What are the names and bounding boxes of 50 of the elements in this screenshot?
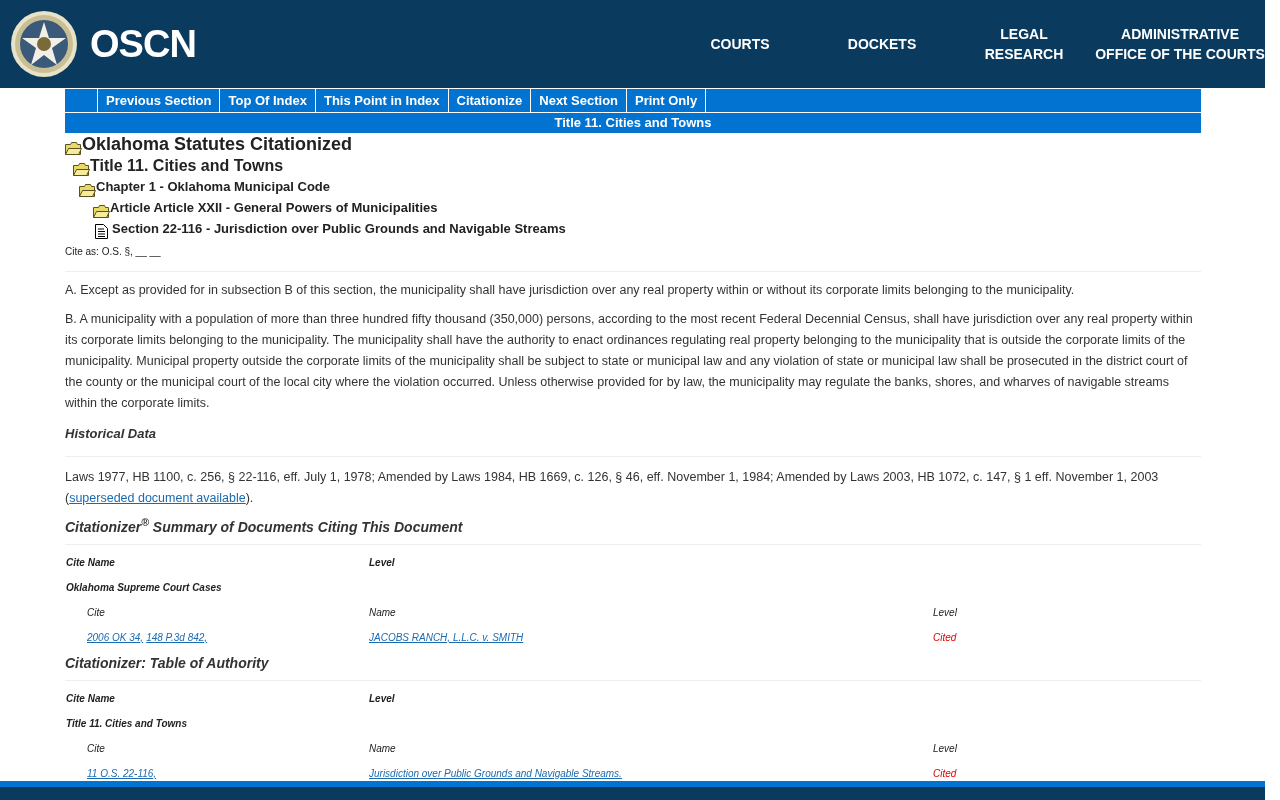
document-link[interactable]: JACOBS RANCH, L.L.C. v. SMITH xyxy=(369,619,524,645)
superseded-link[interactable]: superseded document available xyxy=(69,490,246,505)
column-header: Level xyxy=(933,741,958,756)
column-header: Level xyxy=(933,605,958,620)
level-label: Cited xyxy=(933,766,958,781)
citation-link[interactable]: 148 P.3d 842, xyxy=(146,631,208,643)
folder-icon xyxy=(79,184,96,197)
nav-link[interactable]: DOCKETS xyxy=(811,34,953,54)
column-header: Cite xyxy=(86,605,106,620)
folder-icon xyxy=(93,205,110,218)
column-header: Level xyxy=(369,691,396,706)
breadcrumb-link[interactable]: Title 11. Cities and Towns xyxy=(90,155,284,176)
group-label: Title 11. Cities and Towns xyxy=(66,716,188,731)
toolbar-link[interactable]: Previous Section xyxy=(97,89,220,112)
section-heading: Citationizer$^{®}$ Summary of Documents Citing This Document xyxy=(65,508,1201,545)
level-label: Cited xyxy=(933,630,958,645)
historical-text: Laws 1977, HB 1100, c. 256, § 22-116, eff. July 1, 1978; Amended by Laws 1984, HB 1669, c. 126, § 46, eff. November 1, 1984; Amended by Laws 2003, HB 1072, c. 147, § 1 eff. November 1, 2003 (superseded document available). xyxy=(65,468,1160,507)
statute-paragraph: A. Except as provided for in subsection B of this section, the municipality shall have jurisdiction over any real property within or without its corporate limits belonging to the municipality. xyxy=(65,282,1076,299)
column-header: Name xyxy=(369,741,397,756)
breadcrumb-link[interactable]: Article Article XXII - General Powers of Municipalities xyxy=(110,197,438,218)
nav-link[interactable]: LEGAL RESEARCH xyxy=(953,24,1095,64)
toolbar-link[interactable]: Citationize xyxy=(447,89,531,112)
toolbar-link[interactable]: This Point in Index xyxy=(314,89,448,112)
document-icon xyxy=(95,224,108,239)
breadcrumb-link[interactable]: Oklahoma Statutes Citationized xyxy=(82,134,353,155)
cite-as-text: Cite as: O.S. §, __ __ xyxy=(65,244,1201,272)
citation-link[interactable]: 2006 OK 34, xyxy=(87,631,144,643)
nav-link[interactable]: ADMINISTRATIVE OFFICE OF THE COURTS xyxy=(1095,24,1265,64)
section-heading: Historical Data xyxy=(65,424,1201,457)
site-logo[interactable]: OSCN xyxy=(90,15,196,73)
breadcrumb-link[interactable]: Section 22-116 - Jurisdiction over Public Grounds and Navigable Streams xyxy=(112,218,566,239)
column-header: Cite Name xyxy=(66,555,116,570)
breadcrumb-link[interactable]: Chapter 1 - Oklahoma Municipal Code xyxy=(96,176,331,197)
toolbar-link[interactable]: Top Of Index xyxy=(219,89,315,112)
statute-paragraph: B. A municipality with a population of more than three hundred fifty thousand (350,000) persons, according to the most recent Federal Decennial Census, shall have jurisdiction over any real property within its corporate limits belonging to the municipality. The municipality shall have the authority to enact ordinances regulating real property belonging to the municipality that is outside the corporate limits of the municipality. Municipal property outside the corporate limits of the municipality shall be subject to state or municipal law and any violation of state or municipal law shall be prosecuted in the district court of the county or the municipal court of the local city where the violation occurred. Unless otherwise provided for by law, the municipality may regulate the banks, shores, and wharves of navigable streams within the corporate limits. xyxy=(65,311,1194,412)
folder-icon xyxy=(65,142,82,155)
seal-logo xyxy=(10,10,78,78)
toolbar-link[interactable]: Next Section xyxy=(530,89,626,112)
nav-link[interactable]: COURTS xyxy=(669,34,811,54)
column-header: Name xyxy=(369,605,397,620)
toolbar-link[interactable]: Print Only xyxy=(626,89,707,112)
citation-link[interactable]: 11 O.S. 22-116, xyxy=(87,767,157,779)
section-heading: Citationizer: Table of Authority xyxy=(65,644,1201,681)
column-header: Cite xyxy=(86,741,106,756)
column-header: Level xyxy=(369,555,396,570)
group-label: Oklahoma Supreme Court Cases xyxy=(66,580,223,595)
title-bar: Title 11. Cities and Towns xyxy=(65,113,1201,133)
folder-icon xyxy=(73,163,90,176)
document-link[interactable]: Jurisdiction over Public Grounds and Navigable Streams. xyxy=(369,755,622,781)
column-header: Cite Name xyxy=(66,691,116,706)
